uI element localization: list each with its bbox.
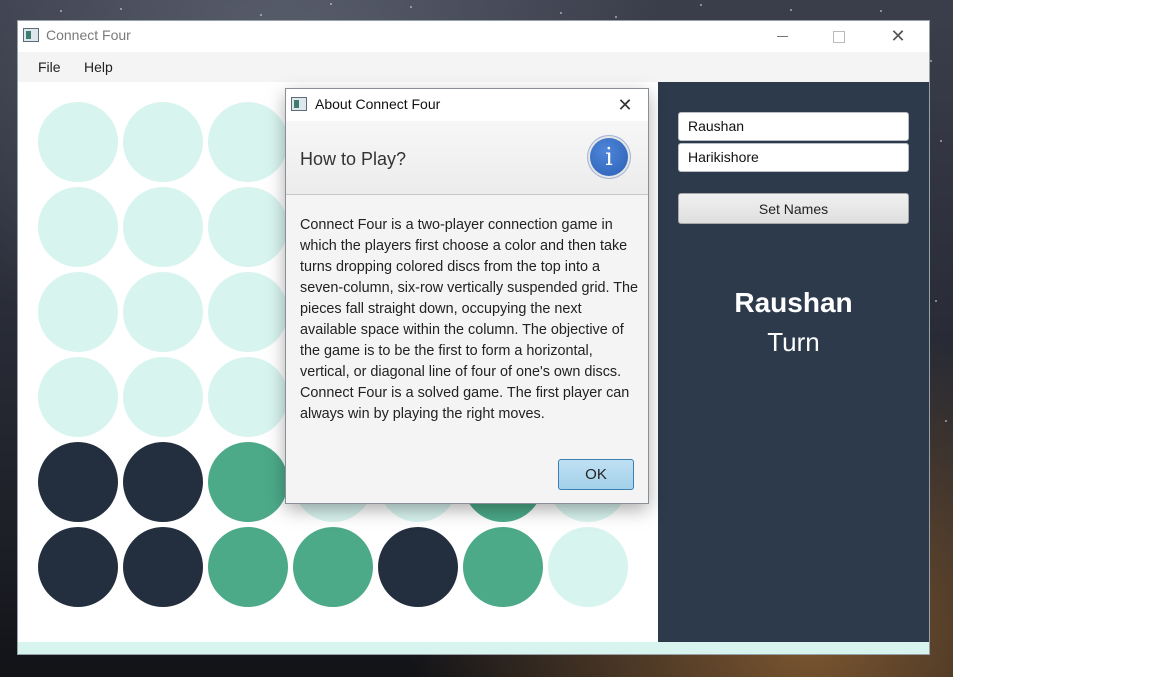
empty-slot[interactable] bbox=[208, 187, 288, 267]
maximize-button[interactable] bbox=[816, 21, 862, 52]
empty-slot[interactable] bbox=[123, 187, 203, 267]
player-two-disc[interactable] bbox=[463, 527, 543, 607]
minimize-button[interactable] bbox=[759, 21, 805, 52]
about-dialog: About Connect Four ✕ How to Play? i Conn… bbox=[286, 89, 648, 503]
dialog-title-bar[interactable]: About Connect Four ✕ bbox=[286, 89, 648, 121]
player-one-disc[interactable] bbox=[123, 442, 203, 522]
close-button[interactable]: ✕ bbox=[875, 21, 921, 52]
star-decoration bbox=[930, 60, 932, 62]
star-decoration bbox=[790, 9, 792, 11]
window-title: Connect Four bbox=[46, 27, 131, 43]
star-decoration bbox=[120, 8, 122, 10]
empty-slot[interactable] bbox=[123, 357, 203, 437]
dialog-close-button[interactable]: ✕ bbox=[608, 92, 642, 118]
empty-slot[interactable] bbox=[38, 357, 118, 437]
empty-slot[interactable] bbox=[208, 272, 288, 352]
star-decoration bbox=[560, 12, 562, 14]
side-panel: Raushan Harikishore Set Names Raushan Tu… bbox=[658, 82, 929, 642]
turn-label: Turn bbox=[767, 327, 820, 357]
star-decoration bbox=[60, 10, 62, 12]
empty-slot[interactable] bbox=[123, 102, 203, 182]
empty-slot[interactable] bbox=[38, 187, 118, 267]
empty-slot[interactable] bbox=[208, 102, 288, 182]
empty-slot[interactable] bbox=[208, 357, 288, 437]
dialog-app-icon bbox=[291, 97, 307, 111]
star-decoration bbox=[880, 10, 882, 12]
star-decoration bbox=[940, 140, 942, 142]
player-two-disc[interactable] bbox=[208, 527, 288, 607]
player-two-disc[interactable] bbox=[208, 442, 288, 522]
minimize-icon bbox=[776, 36, 788, 37]
player-two-disc[interactable] bbox=[293, 527, 373, 607]
star-decoration bbox=[410, 6, 412, 8]
dialog-header: How to Play? i bbox=[286, 121, 648, 195]
ok-button[interactable]: OK bbox=[558, 459, 634, 490]
player-one-disc[interactable] bbox=[38, 442, 118, 522]
empty-slot[interactable] bbox=[548, 527, 628, 607]
menu-bar: File Help bbox=[18, 52, 929, 82]
close-icon: ✕ bbox=[890, 26, 906, 47]
empty-slot[interactable] bbox=[123, 272, 203, 352]
set-names-button[interactable]: Set Names bbox=[678, 193, 909, 224]
dialog-body-text: Connect Four is a two-player connection … bbox=[300, 217, 639, 422]
current-player-name: Raushan bbox=[734, 287, 853, 318]
player-two-name-input[interactable]: Harikishore bbox=[678, 143, 909, 172]
dialog-title: About Connect Four bbox=[315, 96, 441, 112]
player-one-disc[interactable] bbox=[38, 527, 118, 607]
star-decoration bbox=[260, 14, 262, 16]
menu-help[interactable]: Help bbox=[84, 59, 113, 75]
star-decoration bbox=[945, 420, 947, 422]
empty-slot[interactable] bbox=[38, 272, 118, 352]
player-one-disc[interactable] bbox=[378, 527, 458, 607]
maximize-icon bbox=[833, 30, 845, 43]
info-icon: i bbox=[590, 138, 628, 176]
player-one-name-input[interactable]: Raushan bbox=[678, 112, 909, 141]
star-decoration bbox=[700, 4, 702, 6]
star-decoration bbox=[615, 16, 617, 18]
menu-file[interactable]: File bbox=[38, 59, 61, 75]
close-icon: ✕ bbox=[617, 94, 633, 116]
board-bottom-strip bbox=[18, 642, 929, 654]
player-one-disc[interactable] bbox=[123, 527, 203, 607]
title-bar[interactable]: Connect Four ✕ bbox=[18, 21, 929, 52]
star-decoration bbox=[330, 3, 332, 5]
empty-slot[interactable] bbox=[38, 102, 118, 182]
dialog-header-text: How to Play? bbox=[300, 149, 407, 169]
star-decoration bbox=[935, 300, 937, 302]
app-icon bbox=[23, 28, 39, 42]
